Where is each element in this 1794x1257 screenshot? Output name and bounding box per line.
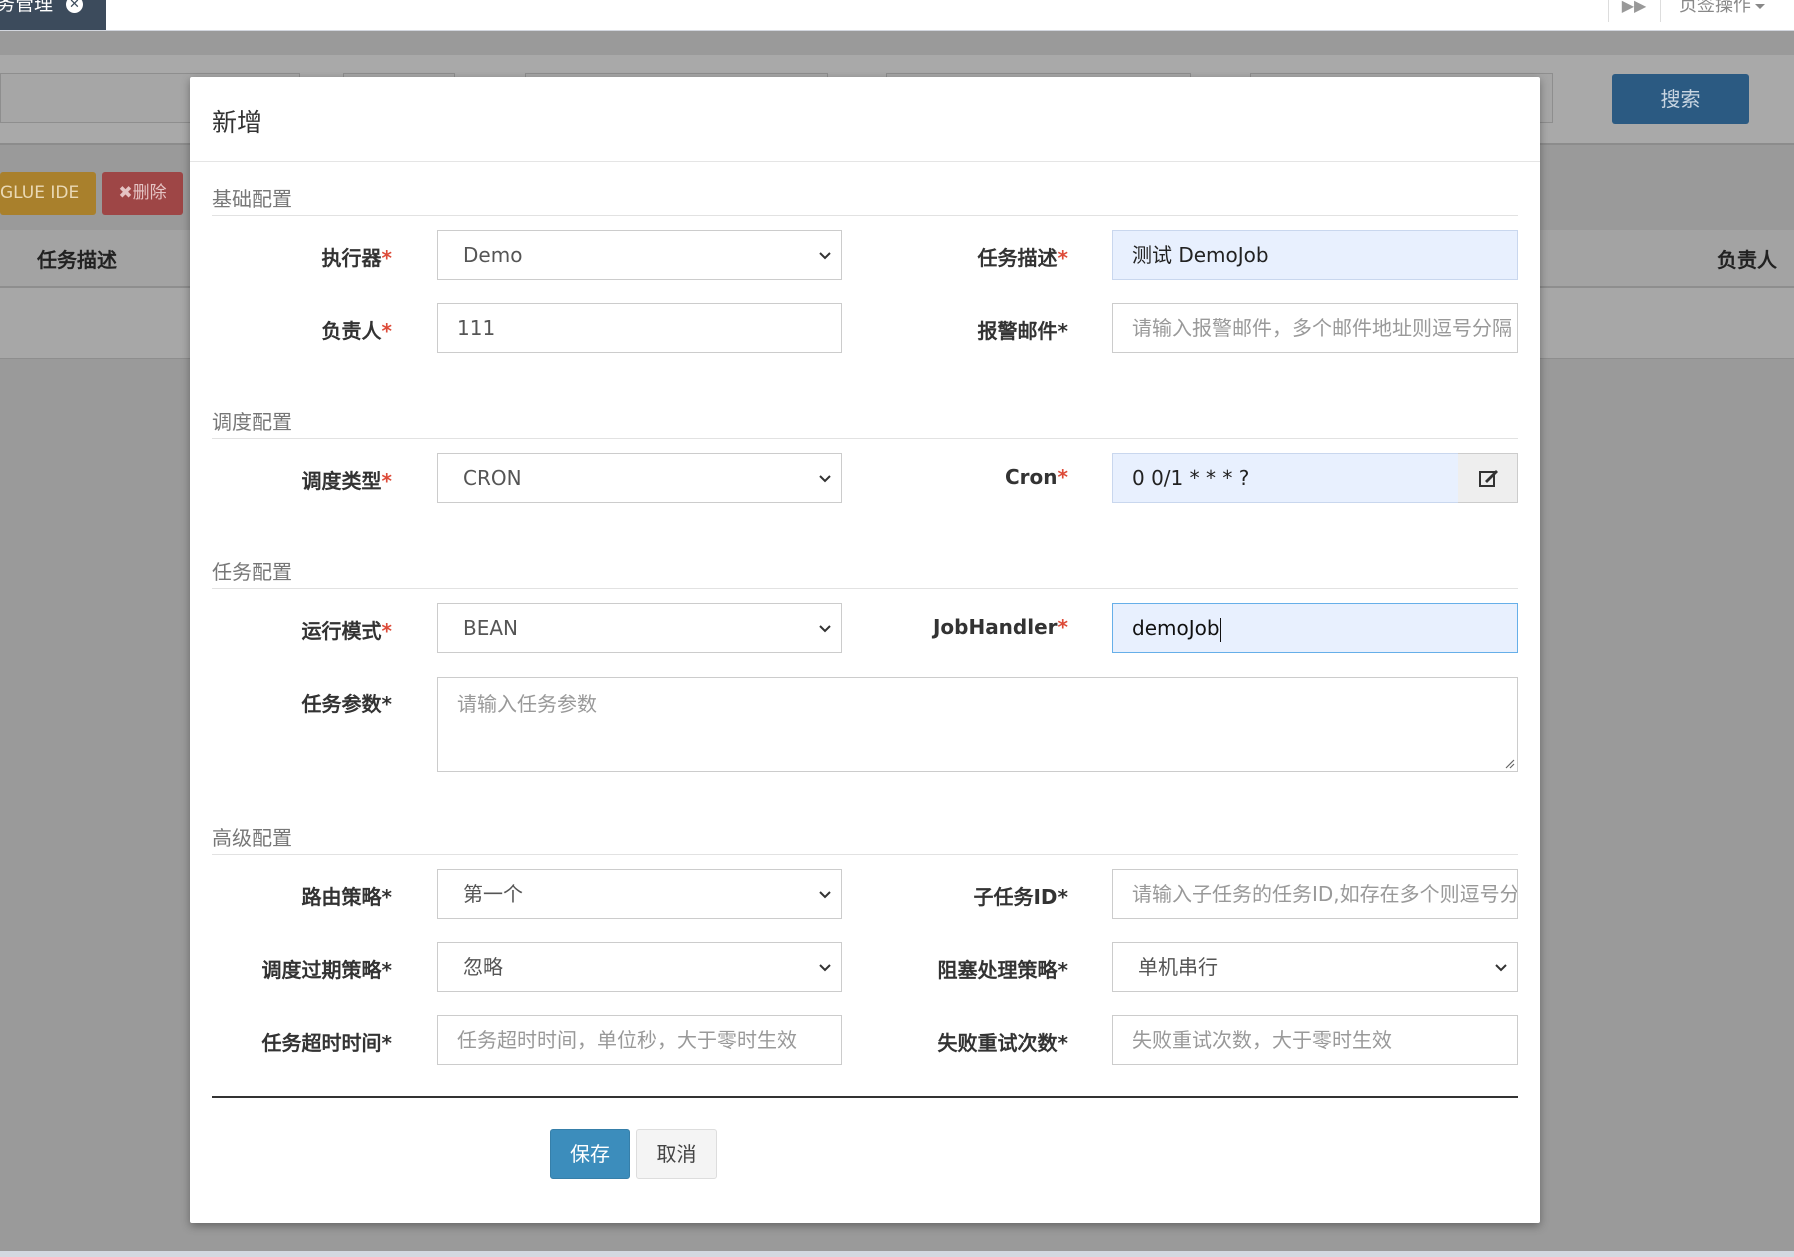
chevron-down-icon	[819, 891, 831, 899]
section-advanced: 高级配置	[212, 822, 1518, 855]
tab-job-manage[interactable]: 务管理 ✕	[0, 0, 106, 30]
cron-edit-button[interactable]	[1458, 453, 1518, 503]
resize-handle-icon[interactable]	[1503, 757, 1515, 769]
schedule-type-label: 调度类型*	[301, 469, 392, 493]
job-param-placeholder: 请输入任务参数	[457, 692, 597, 716]
add-job-modal: 新增 基础配置 执行器* Demo 任务描述* 测试 DemoJob 负责人* …	[190, 77, 1540, 1223]
job-desc-input[interactable]: 测试 DemoJob	[1112, 230, 1518, 280]
route-strategy-value: 第一个	[463, 882, 523, 906]
tab-ops-label: 页签操作	[1679, 0, 1751, 16]
schedule-type-select[interactable]: CRON	[437, 453, 842, 503]
modal-title: 新增	[212, 108, 263, 137]
child-job-input[interactable]: 请输入子任务的任务ID,如存在多个则逗号分隔	[1112, 869, 1518, 919]
alarm-email-placeholder: 请输入报警邮件，多个邮件地址则逗号分隔	[1132, 316, 1512, 340]
child-job-placeholder: 请输入子任务的任务ID,如存在多个则逗号分隔	[1132, 882, 1518, 906]
child-job-label: 子任务ID*	[973, 885, 1068, 909]
route-strategy-select[interactable]: 第一个	[437, 869, 842, 919]
chevron-down-icon	[1495, 964, 1507, 972]
chevron-down-icon	[819, 252, 831, 260]
close-icon[interactable]: ✕	[66, 0, 83, 13]
tab-label: 务管理	[0, 0, 54, 15]
glue-type-label: 运行模式*	[301, 619, 392, 643]
search-button[interactable]: 搜索	[1612, 74, 1749, 124]
tab-ops-dropdown[interactable]: 页签操作	[1660, 0, 1794, 22]
cancel-button[interactable]: 取消	[636, 1129, 717, 1179]
chevron-down-icon	[819, 475, 831, 483]
block-strategy-label: 阻塞处理策略*	[937, 958, 1068, 982]
author-label: 负责人*	[321, 319, 392, 343]
timeout-placeholder: 任务超时时间，单位秒，大于零时生效	[457, 1028, 797, 1052]
forward-icon[interactable]: ▶▶	[1608, 0, 1659, 22]
text-cursor	[1219, 617, 1221, 642]
executor-label: 执行器*	[321, 246, 392, 270]
alarm-email-input[interactable]: 请输入报警邮件，多个邮件地址则逗号分隔	[1112, 303, 1518, 353]
fail-retry-placeholder: 失败重试次数，大于零时生效	[1132, 1028, 1392, 1052]
misfire-strategy-select[interactable]: 忽略	[437, 942, 842, 992]
executor-select[interactable]: Demo	[437, 230, 842, 280]
job-desc-label: 任务描述*	[977, 246, 1068, 270]
column-header-desc: 任务描述	[37, 248, 117, 272]
job-handler-label: JobHandler*	[932, 615, 1068, 639]
delete-button[interactable]: ✖删除	[102, 172, 183, 215]
timeout-input[interactable]: 任务超时时间，单位秒，大于零时生效	[437, 1015, 842, 1065]
job-param-label: 任务参数*	[301, 692, 392, 716]
schedule-type-value: CRON	[463, 466, 522, 490]
column-header-author: 负责人	[1717, 248, 1777, 272]
caret-down-icon	[1755, 3, 1765, 9]
author-input[interactable]: 111	[437, 303, 842, 353]
timeout-label: 任务超时时间*	[261, 1031, 392, 1055]
form-divider	[212, 1096, 1518, 1098]
fail-retry-label: 失败重试次数*	[937, 1031, 1068, 1055]
cron-input[interactable]: 0 0/1 * * * ?	[1112, 453, 1459, 503]
section-schedule: 调度配置	[212, 406, 1518, 439]
executor-value: Demo	[463, 243, 523, 267]
modal-header: 新增	[190, 77, 1540, 162]
job-handler-input[interactable]: demoJob	[1112, 603, 1518, 653]
section-basic: 基础配置	[212, 183, 1518, 216]
glue-ide-button[interactable]: GLUE IDE	[0, 172, 96, 215]
block-strategy-select[interactable]: 单机串行	[1112, 942, 1518, 992]
job-param-textarea[interactable]: 请输入任务参数	[437, 677, 1518, 772]
fail-retry-input[interactable]: 失败重试次数，大于零时生效	[1112, 1015, 1518, 1065]
edit-icon	[1479, 470, 1498, 487]
save-button[interactable]: 保存	[550, 1129, 630, 1179]
misfire-strategy-label: 调度过期策略*	[261, 958, 392, 982]
footer-strip	[0, 1251, 1794, 1257]
cron-label: Cron*	[1005, 465, 1068, 489]
job-handler-value: demoJob	[1132, 616, 1220, 640]
alarm-email-label: 报警邮件*	[977, 319, 1068, 343]
glue-type-value: BEAN	[463, 616, 518, 640]
top-tab-bar: 务管理 ✕ ▶▶ 页签操作	[0, 0, 1794, 31]
section-task: 任务配置	[212, 556, 1518, 589]
route-strategy-label: 路由策略*	[301, 885, 392, 909]
chevron-down-icon	[819, 964, 831, 972]
misfire-strategy-value: 忽略	[463, 955, 503, 979]
glue-type-select[interactable]: BEAN	[437, 603, 842, 653]
chevron-down-icon	[819, 625, 831, 633]
block-strategy-value: 单机串行	[1138, 955, 1218, 979]
